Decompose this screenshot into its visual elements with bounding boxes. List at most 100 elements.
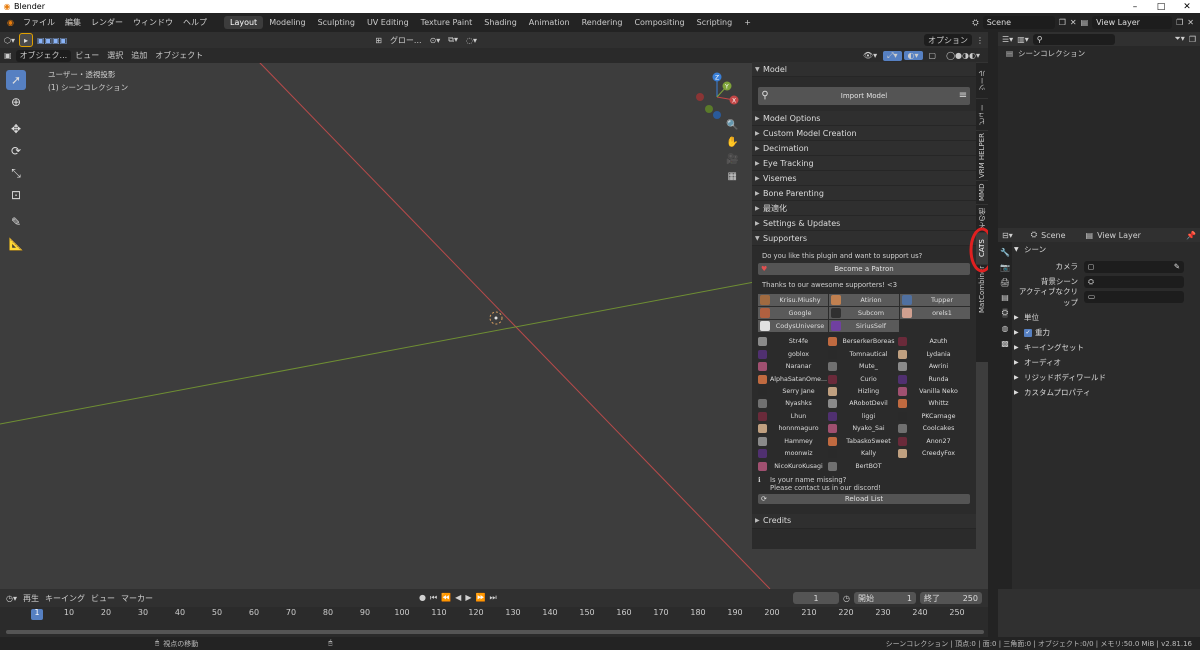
- perspective-grid-icon[interactable]: ▦: [728, 171, 737, 182]
- mode-dropdown[interactable]: オブジェク...: [15, 49, 72, 62]
- pan-hand-icon[interactable]: ✋: [726, 137, 738, 148]
- select-mode-icon[interactable]: ▸: [19, 33, 33, 47]
- orientation-icon[interactable]: ⊞: [371, 36, 386, 45]
- outliner-editor-icon[interactable]: ☰▾: [1002, 35, 1013, 44]
- mode-icon[interactable]: ▣: [0, 51, 16, 60]
- minimize-button[interactable]: –: [1122, 2, 1148, 12]
- supporter-button[interactable]: Google: [758, 307, 828, 319]
- menu-object[interactable]: オブジェクト: [151, 50, 207, 61]
- gravity-section[interactable]: ▶ ✓ 重力: [1014, 325, 1200, 340]
- scene-selector[interactable]: Scene: [982, 16, 1055, 29]
- scene-icon[interactable]: ⛭: [972, 18, 978, 28]
- new-view-layer-icon[interactable]: ❐: [1176, 18, 1183, 27]
- display-mode-icon[interactable]: ▥▾: [1017, 35, 1029, 44]
- active-clip-field[interactable]: ▭: [1084, 290, 1184, 303]
- outliner-search-input[interactable]: ⚲: [1032, 33, 1115, 45]
- audio-section[interactable]: ▶ オーディオ: [1014, 355, 1200, 370]
- editor-type-icon[interactable]: ⬡▾: [0, 36, 19, 45]
- blender-menu-icon[interactable]: ◉: [3, 18, 18, 27]
- section-optimization[interactable]: ▶ 最適化: [752, 201, 976, 216]
- new-collection-icon[interactable]: ❐: [1189, 35, 1196, 44]
- menu-help[interactable]: ヘルプ: [178, 17, 212, 28]
- output-props-icon[interactable]: 🖨: [1000, 278, 1010, 287]
- section-model-options[interactable]: ▶ Model Options: [752, 111, 976, 126]
- import-model-button[interactable]: ⚲ Import Model ≡: [758, 87, 970, 105]
- section-decimation[interactable]: ▶ Decimation: [752, 141, 976, 156]
- xray-icon[interactable]: ▢: [925, 51, 941, 60]
- tab-modeling[interactable]: Modeling: [263, 16, 311, 29]
- measure-tool-icon[interactable]: 📐: [6, 234, 26, 254]
- background-scene-field[interactable]: ⛭: [1084, 275, 1184, 288]
- texture-tab-icon[interactable]: ▩: [1001, 339, 1009, 348]
- orientation-dropdown[interactable]: グロー...: [386, 35, 426, 46]
- tab-sculpting[interactable]: Sculpting: [312, 16, 361, 29]
- tab-mmd[interactable]: MMD: [976, 180, 988, 204]
- menu-file[interactable]: ファイル: [18, 17, 60, 28]
- delete-scene-icon[interactable]: ✕: [1070, 18, 1077, 27]
- reload-list-button[interactable]: ⟳ Reload List: [758, 493, 970, 504]
- scene-tab-icon[interactable]: ⛭: [1001, 308, 1009, 318]
- rotate-tool-icon[interactable]: ⟳: [6, 141, 26, 161]
- section-supporters[interactable]: ▼ Supporters: [752, 231, 976, 246]
- selection-modes-icon[interactable]: ▣▣▣▣: [33, 36, 71, 45]
- cursor-tool-icon[interactable]: ⊕: [6, 92, 26, 112]
- menu-window[interactable]: ウィンドウ: [128, 17, 178, 28]
- tab-tool[interactable]: ツール: [976, 62, 988, 98]
- section-visemes[interactable]: ▶ Visemes: [752, 171, 976, 186]
- properties-editor-icon[interactable]: ⊟▾: [1002, 231, 1013, 240]
- model-panel-header[interactable]: ▼ Model: [752, 62, 976, 77]
- menu-view[interactable]: ビュー: [71, 50, 103, 61]
- supporter-button[interactable]: Tupper: [900, 294, 970, 306]
- section-settings-updates[interactable]: ▶ Settings & Updates: [752, 216, 976, 231]
- supporter-button[interactable]: CodysUniverse: [758, 320, 828, 332]
- tab-rendering[interactable]: Rendering: [576, 16, 629, 29]
- tab-compositing[interactable]: Compositing: [628, 16, 690, 29]
- pivot-icon[interactable]: ⊙▾: [426, 36, 445, 45]
- filter-icon[interactable]: ⏷▾: [1174, 34, 1184, 44]
- menu-add[interactable]: 追加: [127, 50, 151, 61]
- render-props-icon[interactable]: 📷: [1000, 263, 1010, 272]
- snap-icon[interactable]: ⧉▾: [444, 35, 462, 45]
- options-dropdown[interactable]: オプション: [924, 34, 972, 46]
- section-credits[interactable]: ▶ Credits: [752, 513, 976, 529]
- gizmo-toggle-icon[interactable]: ⤢▾: [883, 50, 902, 61]
- tab-texture-paint[interactable]: Texture Paint: [415, 16, 479, 29]
- section-eye-tracking[interactable]: ▶ Eye Tracking: [752, 156, 976, 171]
- panel-toggle-icon[interactable]: ⋮: [972, 36, 988, 45]
- scale-tool-icon[interactable]: ⤡: [6, 163, 26, 183]
- supporter-button[interactable]: orels1: [900, 307, 970, 319]
- custom-properties-section[interactable]: ▶ カスタムプロパティ: [1014, 385, 1200, 400]
- tab-animation[interactable]: Animation: [523, 16, 576, 29]
- menu-render[interactable]: レンダー: [86, 17, 128, 28]
- pin-icon[interactable]: 📌: [1186, 231, 1196, 240]
- zoom-icon[interactable]: 🔍: [726, 120, 738, 131]
- supporter-button[interactable]: SiriusSelf: [829, 320, 899, 332]
- select-tool-icon[interactable]: ➚: [6, 70, 26, 90]
- tab-shading[interactable]: Shading: [478, 16, 523, 29]
- hamburger-menu-icon[interactable]: ≡: [956, 87, 970, 105]
- units-section[interactable]: ▶ 単位: [1014, 310, 1200, 325]
- navigation-gizmo[interactable]: Z X Y: [692, 70, 742, 120]
- view-layer-tab-icon[interactable]: ▤: [1001, 293, 1009, 302]
- view-layer-selector[interactable]: View Layer: [1092, 16, 1173, 29]
- area-divider[interactable]: [988, 32, 998, 637]
- menu-edit[interactable]: 編集: [60, 17, 86, 28]
- tab-layout[interactable]: Layout: [223, 16, 264, 29]
- shading-modes-icon[interactable]: ◯●◑◐▾: [942, 51, 984, 60]
- close-button[interactable]: ✕: [1174, 2, 1200, 12]
- become-patron-button[interactable]: ♥ Become a Patron: [758, 263, 970, 275]
- camera-field[interactable]: ◻ ✎: [1084, 260, 1184, 273]
- supporter-button[interactable]: Krisu.Miushy: [758, 294, 828, 306]
- camera-view-icon[interactable]: 🎥: [726, 154, 738, 165]
- timeline-scrollbar[interactable]: [6, 630, 984, 634]
- rigid-body-world-section[interactable]: ▶ リジッドボディワールド: [1014, 370, 1200, 385]
- new-scene-icon[interactable]: ❐: [1059, 18, 1066, 27]
- menu-select[interactable]: 選択: [103, 50, 127, 61]
- supporter-button[interactable]: Subcom: [829, 307, 899, 319]
- section-custom-model[interactable]: ▶ Custom Model Creation: [752, 126, 976, 141]
- world-tab-icon[interactable]: ◍: [1002, 324, 1009, 333]
- tab-view[interactable]: ビュー: [976, 98, 988, 130]
- annotate-tool-icon[interactable]: ✎: [6, 212, 26, 232]
- tab-vrm-helper[interactable]: VRM HELPER: [976, 130, 988, 180]
- tab-uv-editing[interactable]: UV Editing: [361, 16, 415, 29]
